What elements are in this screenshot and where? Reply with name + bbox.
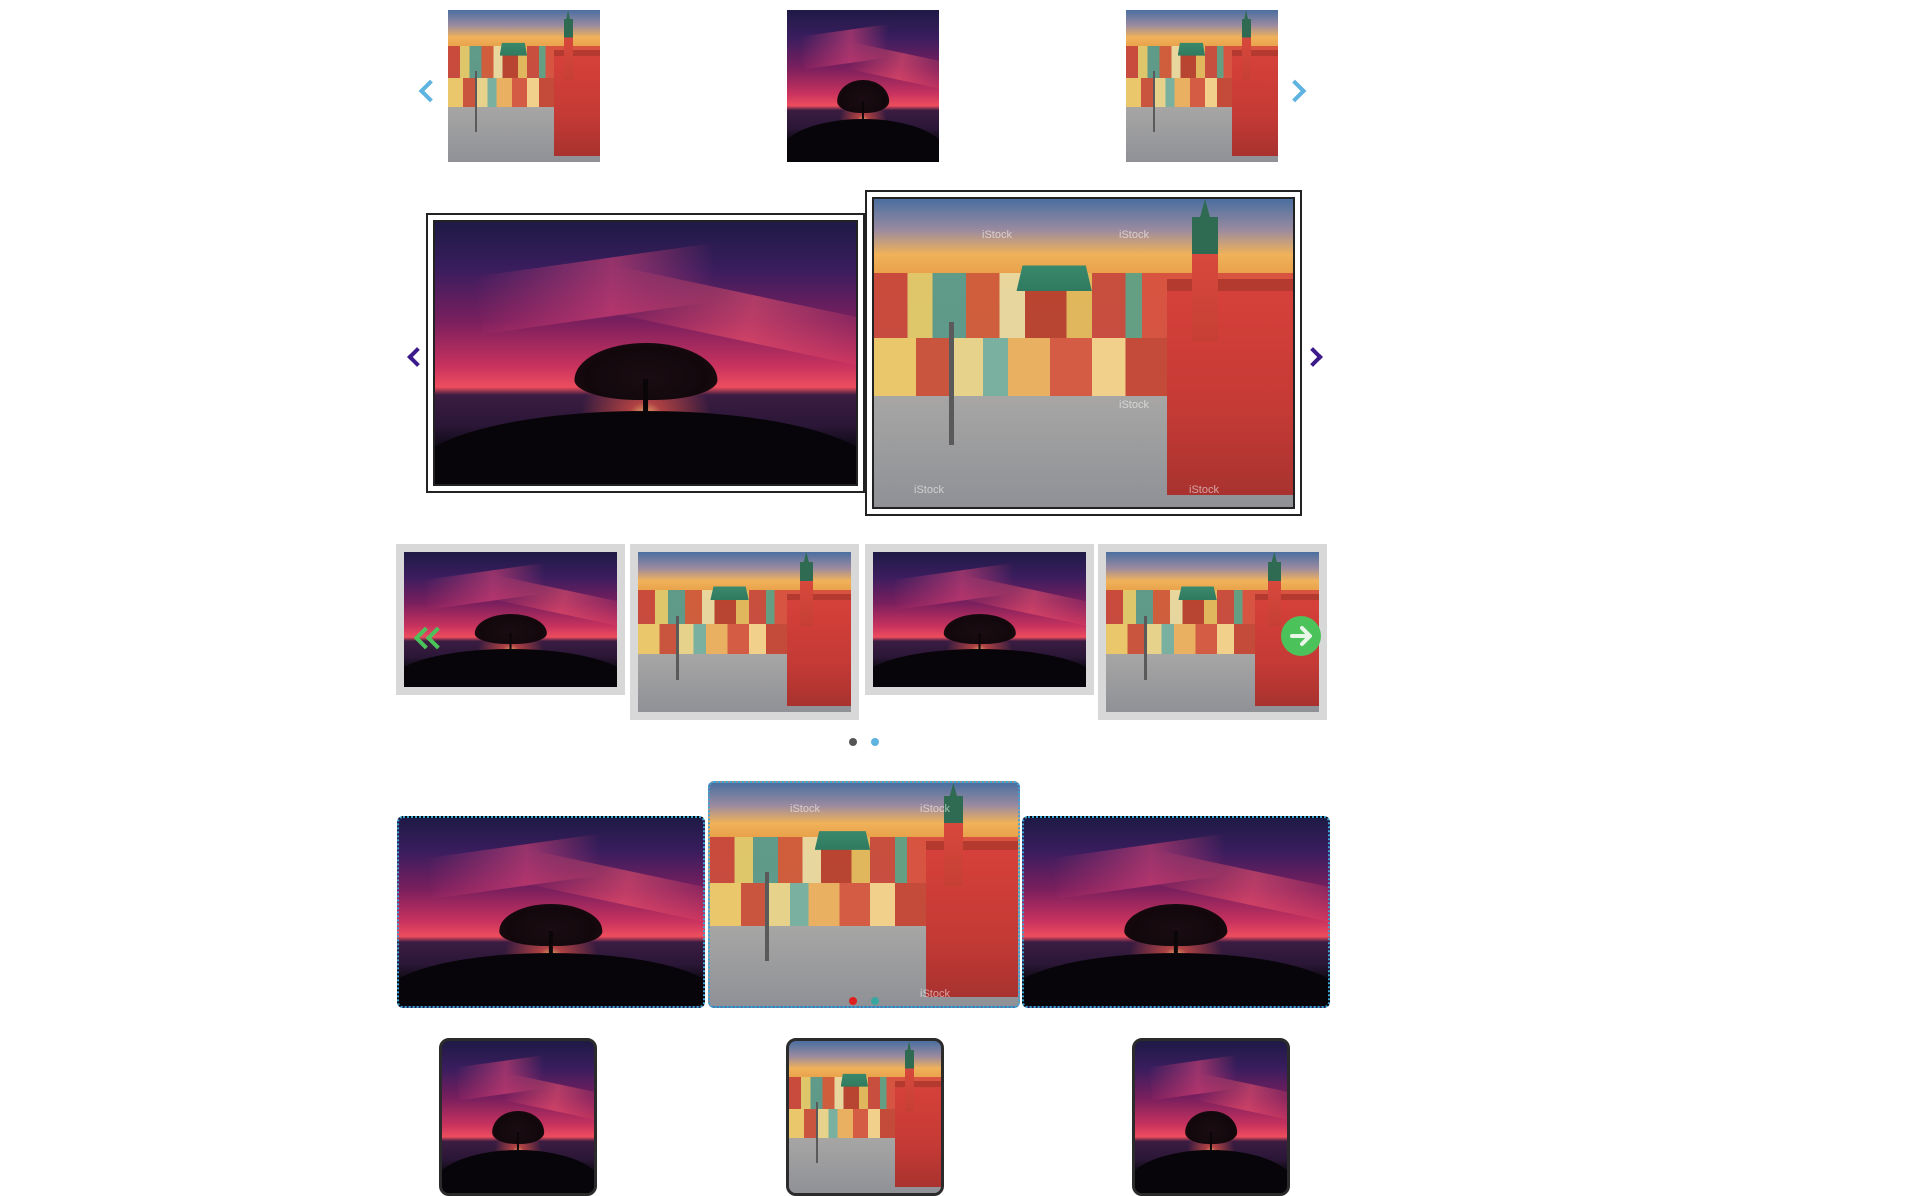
pagination-dot-active[interactable] <box>849 997 857 1005</box>
watermark-text: iStock <box>914 484 944 496</box>
next-chevron-icon[interactable] <box>1283 79 1307 103</box>
thumbnail-tree[interactable] <box>787 10 939 162</box>
thumbnail-city[interactable] <box>448 10 600 162</box>
thumbnail-city[interactable] <box>1126 10 1278 162</box>
prev-chevron-icon[interactable] <box>407 347 427 367</box>
coverflow-slide[interactable] <box>397 816 705 1008</box>
watermark-text: iStock <box>1119 399 1149 411</box>
watermark-text: iStock <box>1119 229 1149 241</box>
thumbnail-tree[interactable] <box>1132 1038 1290 1196</box>
watermark-text: iStock <box>920 803 950 815</box>
pagination-dot-active[interactable] <box>871 738 879 746</box>
coverflow-slide[interactable] <box>1022 816 1330 1008</box>
pagination-dot[interactable] <box>871 997 879 1005</box>
card-slide[interactable] <box>396 544 625 695</box>
featured-slide-active[interactable]: iStock iStock iStock iStock iStock <box>865 190 1302 516</box>
thumbnail-city[interactable] <box>786 1038 944 1196</box>
featured-slide[interactable] <box>426 213 865 493</box>
watermark-text: iStock <box>982 229 1012 241</box>
thumbnail-tree[interactable] <box>439 1038 597 1196</box>
prev-chevron-icon[interactable] <box>418 79 442 103</box>
coverflow-slide-active[interactable]: iStock iStock iStock <box>708 781 1020 1008</box>
watermark-text: iStock <box>790 803 820 815</box>
watermark-text: iStock <box>1189 484 1219 496</box>
pagination-dot[interactable] <box>849 738 857 746</box>
watermark-text: iStock <box>920 988 950 1000</box>
card-slide[interactable] <box>630 544 859 720</box>
next-chevron-icon[interactable] <box>1303 347 1323 367</box>
double-chevron-left-icon[interactable] <box>411 626 449 650</box>
arrow-right-circle-icon[interactable] <box>1281 616 1321 656</box>
card-slide[interactable] <box>865 544 1094 695</box>
